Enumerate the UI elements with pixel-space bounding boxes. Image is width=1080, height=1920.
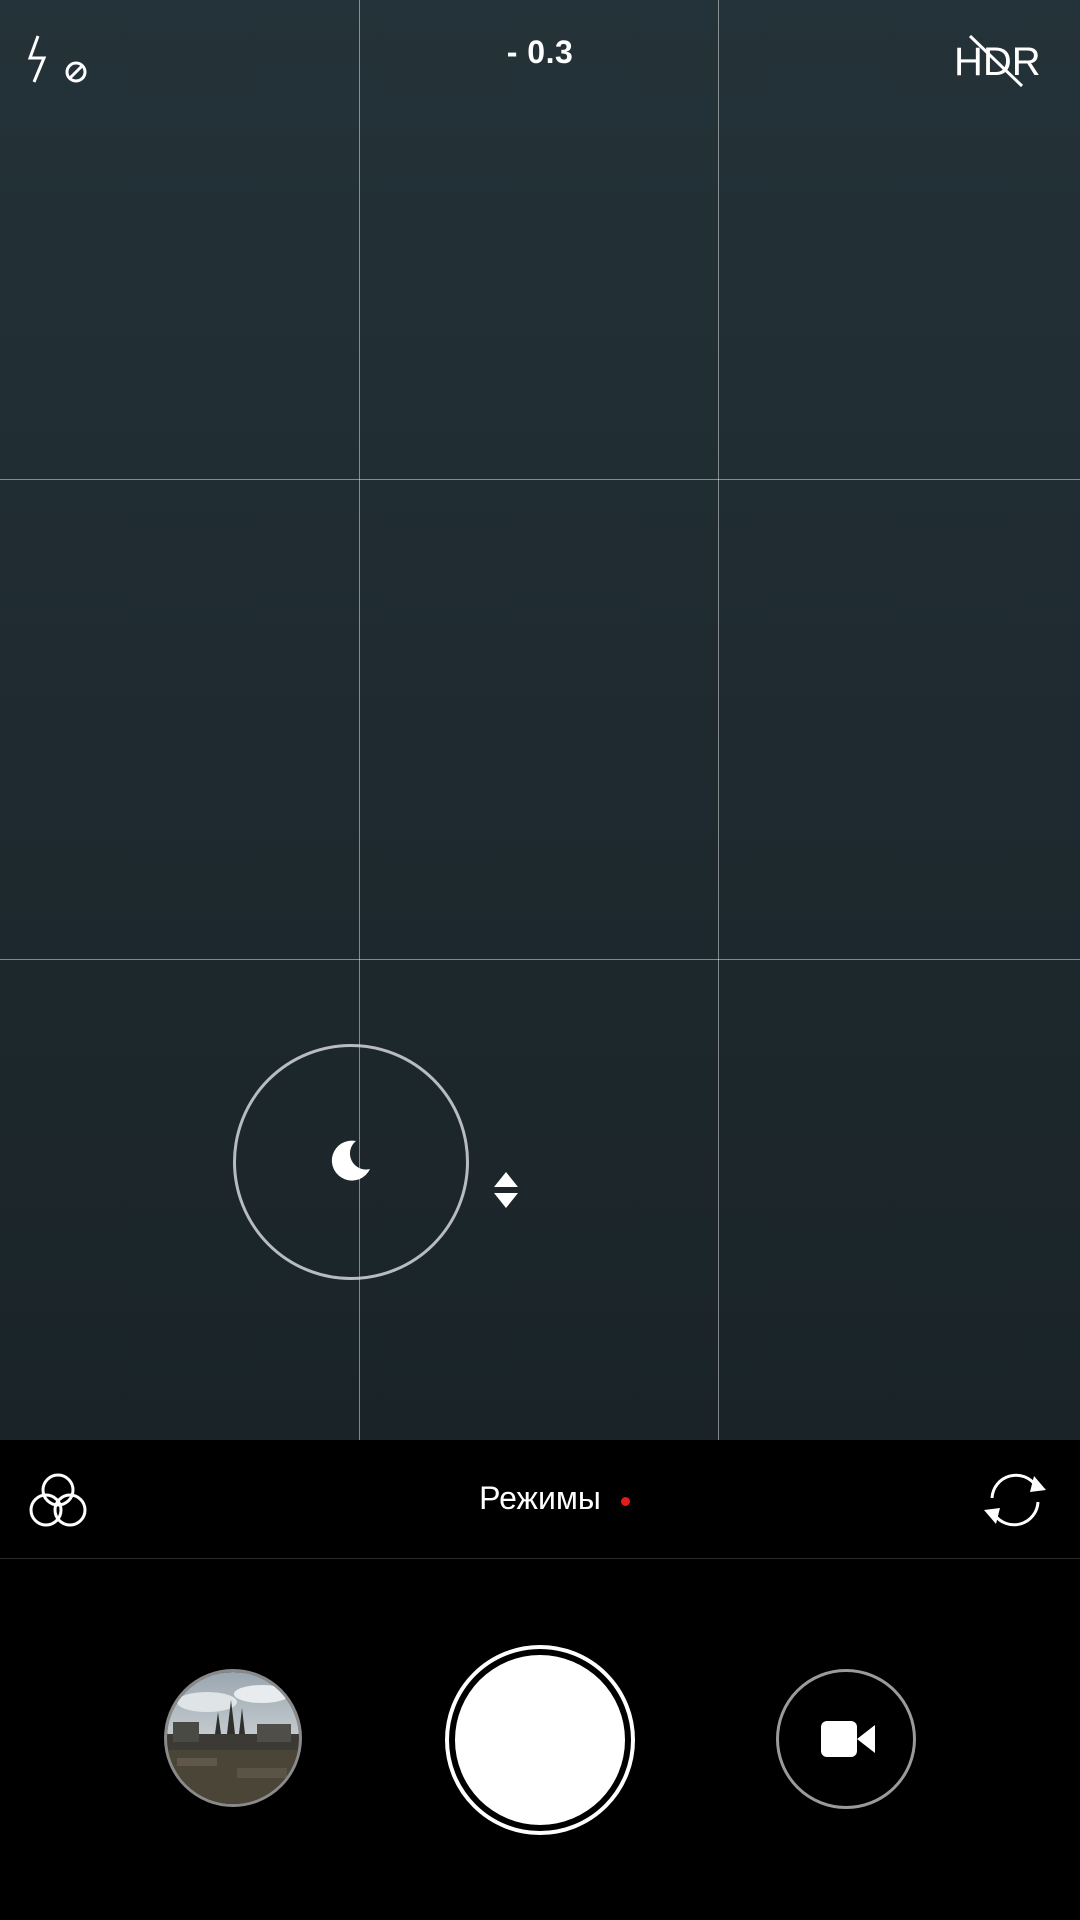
- shutter-button[interactable]: [445, 1645, 635, 1835]
- video-mode-button[interactable]: [776, 1669, 916, 1809]
- flash-off-icon: [27, 35, 87, 83]
- exposure-adjust-icon[interactable]: [492, 1170, 520, 1210]
- exposure-value[interactable]: - 0.3: [440, 34, 640, 71]
- shutter-inner: [455, 1655, 625, 1825]
- switch-camera-icon: [984, 1473, 1046, 1527]
- last-photo-thumbnail: [167, 1672, 299, 1804]
- hdr-off-icon: HDR: [954, 34, 1041, 88]
- filters-icon: [29, 1473, 87, 1527]
- bottom-controls: [0, 1559, 1080, 1920]
- video-camera-icon: [821, 1721, 875, 1757]
- mode-bar: Режимы: [0, 1440, 1080, 1559]
- moon-icon: [326, 1137, 374, 1185]
- grid-line-vertical-2: [718, 0, 719, 1440]
- hdr-toggle-button[interactable]: HDR: [950, 30, 1060, 90]
- switch-camera-button[interactable]: [978, 1468, 1052, 1532]
- camera-screen: - 0.3 HDR: [0, 0, 1080, 1920]
- filters-button[interactable]: [26, 1470, 90, 1530]
- modes-button[interactable]: Режимы: [430, 1480, 650, 1517]
- flash-toggle-button[interactable]: [22, 30, 102, 90]
- grid-line-horizontal-2: [0, 959, 1080, 960]
- gallery-thumbnail[interactable]: [164, 1669, 302, 1807]
- grid-line-horizontal-1: [0, 479, 1080, 480]
- viewfinder[interactable]: - 0.3 HDR: [0, 0, 1080, 1440]
- new-indicator-dot: [621, 1497, 630, 1506]
